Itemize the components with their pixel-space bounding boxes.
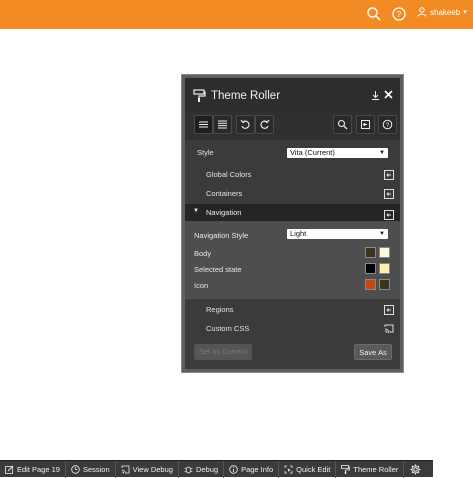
navigation-settings: Navigation Style Light ▼ Body Selected s… [185, 221, 400, 299]
selected-color-swatch[interactable] [365, 263, 376, 274]
button-label: Session [82, 464, 110, 474]
button-label: Quick Edit [296, 464, 331, 474]
theme-roller-dialog: Theme Roller ? Style Vita (Current) ▼ Gl… [182, 75, 403, 372]
quick-edit-icon [284, 465, 293, 473]
user-icon [417, 7, 427, 17]
dialog-titlebar[interactable]: Theme Roller [185, 78, 400, 112]
clock-icon [71, 464, 80, 474]
body-label: Body [194, 249, 212, 258]
style-select[interactable]: Vita (Current) ▼ [287, 148, 388, 158]
gear-icon [410, 464, 421, 474]
edit-icon [5, 465, 14, 474]
save-as-button[interactable]: Save As [354, 344, 392, 360]
edit-page-button[interactable]: Edit Page 19 [0, 460, 66, 478]
download-icon[interactable] [371, 91, 380, 100]
reset-icon[interactable] [384, 170, 394, 180]
group-label: Navigation [206, 208, 242, 217]
top-navigation-bar: ? shakeeb ▾ [0, 0, 473, 29]
group-containers[interactable]: Containers [185, 189, 400, 201]
group-label: Containers [206, 189, 243, 198]
set-as-current-button[interactable]: Set as Current [194, 344, 252, 360]
paint-roller-icon [341, 464, 351, 474]
page-info-button[interactable]: Page Info [224, 460, 280, 478]
cast-icon [121, 465, 130, 474]
reset-icon[interactable] [384, 189, 394, 199]
group-regions[interactable]: Regions [185, 305, 400, 317]
chevron-down-icon: ▼ [379, 231, 385, 237]
icon-label: Icon [194, 281, 209, 290]
theme-roller-button[interactable]: Theme Roller [336, 460, 405, 478]
style-label: Style [197, 148, 214, 157]
quick-edit-button[interactable]: Quick Edit [279, 460, 337, 478]
selected-text-color-swatch[interactable] [379, 263, 390, 274]
list-icon[interactable] [213, 115, 232, 134]
group-label: Custom CSS [206, 324, 250, 333]
search-icon[interactable] [366, 6, 382, 22]
group-custom-css[interactable]: Custom CSS [185, 324, 400, 336]
group-label: Global Colors [206, 170, 252, 179]
help-icon[interactable]: ? [391, 6, 407, 22]
button-label: Page Info [241, 464, 274, 474]
button-label: Edit Page 19 [17, 464, 60, 474]
body-text-color-swatch[interactable] [379, 247, 390, 258]
reset-icon[interactable] [384, 305, 394, 315]
style-select-value: Vita (Current) [290, 148, 335, 157]
style-row: Style Vita (Current) ▼ [185, 148, 400, 160]
cast-icon[interactable] [384, 324, 394, 334]
button-label: View Debug [132, 464, 173, 474]
redo-icon[interactable] [255, 115, 274, 134]
chevron-down-icon: ▼ [193, 208, 199, 214]
selected-state-label: Selected state [194, 265, 242, 274]
body-color-swatch[interactable] [365, 247, 376, 258]
username: shakeeb [430, 7, 461, 17]
debug-button[interactable]: Debug [179, 460, 225, 478]
developer-toolbar: Edit Page 19 Session View Debug Debug Pa… [0, 460, 433, 478]
chevron-down-icon: ▾ [463, 9, 467, 16]
menu-icon[interactable] [194, 115, 213, 134]
icon-color-swatch[interactable] [365, 279, 376, 290]
reset-icon[interactable] [384, 207, 394, 220]
navigation-style-select[interactable]: Light ▼ [287, 229, 388, 239]
bug-icon [184, 466, 193, 473]
session-button[interactable]: Session [66, 460, 116, 478]
help-icon[interactable]: ? [378, 115, 397, 134]
group-global-colors[interactable]: Global Colors [185, 170, 400, 182]
dialog-title: Theme Roller [211, 90, 281, 102]
button-label: Debug [195, 464, 219, 474]
group-navigation-header[interactable]: ▼ Navigation [185, 204, 400, 221]
search-icon[interactable] [333, 115, 352, 134]
info-icon [229, 464, 238, 474]
undo-icon[interactable] [236, 115, 255, 134]
view-debug-button[interactable]: View Debug [116, 460, 179, 478]
user-menu[interactable]: shakeeb ▾ [417, 7, 467, 17]
theme-roller-toolbar: ? [185, 112, 400, 140]
paint-roller-icon [193, 89, 206, 102]
settings-button[interactable] [404, 461, 427, 478]
group-label: Regions [206, 305, 234, 314]
navigation-style-value: Light [290, 229, 307, 238]
export-icon[interactable] [356, 115, 375, 134]
icon-alt-color-swatch[interactable] [379, 279, 390, 290]
button-label: Theme Roller [353, 464, 399, 474]
chevron-down-icon: ▼ [379, 150, 385, 156]
navigation-style-label: Navigation Style [194, 231, 249, 240]
svg-text:?: ? [397, 10, 402, 19]
close-icon[interactable] [384, 90, 393, 99]
